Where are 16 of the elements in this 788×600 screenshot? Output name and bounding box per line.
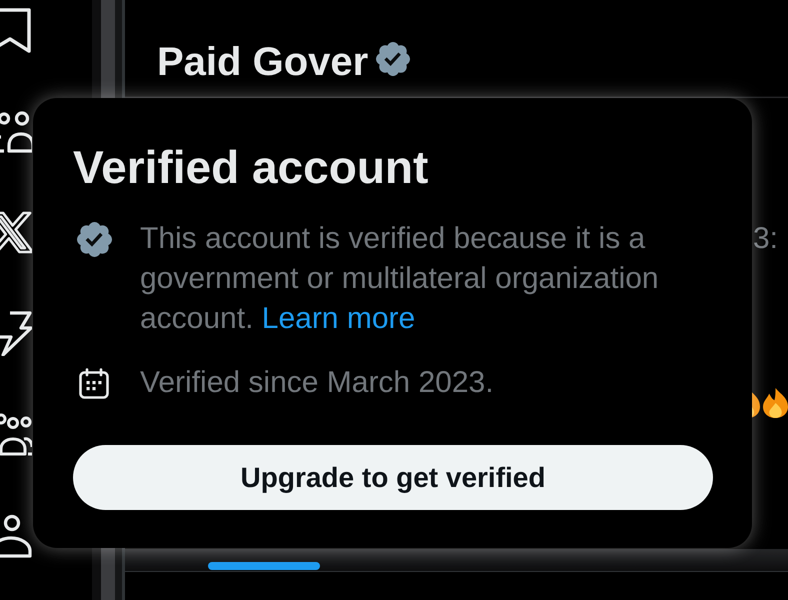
bookmark-icon[interactable] (0, 8, 32, 53)
fire-icon (763, 388, 788, 418)
x-logo-icon[interactable] (0, 210, 32, 255)
popup-title: Verified account (73, 140, 428, 195)
calendar-icon (78, 368, 110, 400)
timestamp-fragment: 3: (752, 221, 778, 257)
people-icon[interactable] (0, 109, 32, 154)
verification-description: This account is verified because it is a government or multilateral organization account. Learn more (140, 221, 660, 337)
upgrade-button[interactable]: Upgrade to get verified (73, 445, 713, 510)
person-icon[interactable] (0, 513, 32, 558)
verified-badge-icon (77, 222, 112, 257)
verified-since-text: Verified since March 2023. (140, 365, 495, 401)
lightning-icon[interactable] (0, 311, 32, 356)
learn-more-link[interactable]: Learn more (262, 302, 416, 335)
people-icon[interactable] (0, 412, 32, 457)
profile-name: Paid Gover (157, 39, 368, 86)
